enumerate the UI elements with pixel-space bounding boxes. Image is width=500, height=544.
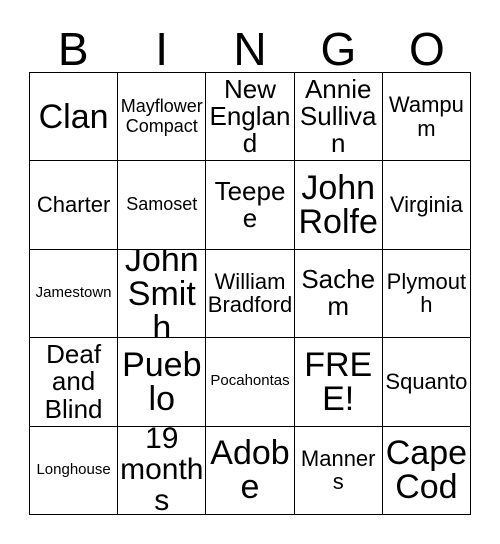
bingo-cell-label: Clan — [38, 97, 109, 136]
bingo-cell-label: Manners — [300, 445, 376, 495]
header-letter-g: G — [320, 23, 357, 75]
bingo-cell-r3c3[interactable]: William Bradford — [206, 249, 295, 339]
bingo-header: B I N G O — [29, 20, 471, 72]
bingo-cell-label: Charter — [36, 192, 111, 218]
bingo-cell-label: Wampum — [388, 92, 464, 141]
bingo-cell-label: William Bradford — [207, 268, 293, 318]
bingo-cell-r1c3[interactable]: New England — [206, 73, 295, 162]
bingo-cell-label: Adobe — [210, 434, 290, 507]
bingo-cell-r4c2[interactable]: Pueblo — [118, 338, 207, 427]
bingo-cell-r1c4[interactable]: Annie Sullivan — [294, 73, 383, 162]
bingo-cell-label: Jamestown — [35, 284, 112, 302]
bingo-cell-r3c5[interactable]: Plymouth — [382, 249, 471, 339]
bingo-cell-label: Samoset — [126, 194, 198, 215]
bingo-grid: Clan Mayflower Compact New England Annie… — [29, 72, 471, 515]
bingo-cell-r2c4[interactable]: John Rolfe — [294, 161, 383, 250]
header-letter-n: N — [233, 23, 267, 75]
bingo-cell-label: Teepee — [214, 175, 286, 234]
bingo-cell-r1c2[interactable]: Mayflower Compact — [118, 73, 207, 162]
bingo-cell-r3c1[interactable]: Jamestown — [30, 249, 119, 339]
bingo-cell-r3c2[interactable]: John Smith — [118, 249, 207, 339]
bingo-cell-r3c4[interactable]: Sachem — [294, 249, 383, 339]
bingo-cell-label: Sachem — [301, 264, 376, 322]
bingo-cell-label: John Smith — [124, 249, 199, 339]
bingo-cell-r5c1[interactable]: Longhouse — [30, 426, 119, 515]
bingo-cell-label: Annie Sullivan — [299, 73, 377, 159]
bingo-cell-label: New England — [209, 73, 291, 159]
bingo-cell-label: Mayflower Compact — [120, 95, 203, 136]
bingo-cell-label: Deaf and Blind — [44, 338, 103, 424]
bingo-cell-r4c5[interactable]: Squanto — [382, 338, 471, 427]
bingo-cell-r1c5[interactable]: Wampum — [382, 73, 471, 162]
bingo-cell-label: 19 months — [120, 426, 204, 515]
bingo-cell-r2c3[interactable]: Teepee — [206, 161, 295, 250]
bingo-cell-r5c2[interactable]: 19 months — [118, 426, 207, 515]
header-letter-i: I — [155, 23, 168, 75]
bingo-cell-label: Squanto — [385, 369, 468, 395]
bingo-cell-r1c1[interactable]: Clan — [30, 73, 119, 162]
bingo-cell-label: Plymouth — [386, 268, 467, 318]
bingo-cell-r5c4[interactable]: Manners — [294, 426, 383, 515]
header-letter-b: B — [57, 23, 89, 75]
bingo-cell-r2c1[interactable]: Charter — [30, 161, 119, 250]
bingo-cell-label: Longhouse — [36, 460, 111, 478]
bingo-cell-label: Pueblo — [122, 345, 202, 418]
bingo-cell-label: John Rolfe — [298, 169, 378, 242]
bingo-cell-label: Virginia — [389, 192, 463, 218]
bingo-cell-r4c3[interactable]: Pocahontas — [206, 338, 295, 427]
bingo-cell-r5c3[interactable]: Adobe — [206, 426, 295, 515]
bingo-cell-free-space[interactable]: FREE! — [294, 338, 383, 427]
bingo-card: B I N G O Clan Mayflower Compact New Eng… — [0, 0, 500, 544]
bingo-cell-r2c5[interactable]: Virginia — [382, 161, 471, 250]
bingo-cell-r2c2[interactable]: Samoset — [118, 161, 207, 250]
bingo-cell-label: Pocahontas — [210, 372, 290, 390]
bingo-cell-r5c5[interactable]: Cape Cod — [382, 426, 471, 515]
bingo-cell-label: Cape Cod — [385, 434, 468, 507]
bingo-free-space-label: FREE! — [304, 345, 373, 418]
header-letter-o: O — [408, 23, 445, 75]
bingo-cell-r4c1[interactable]: Deaf and Blind — [30, 338, 119, 427]
